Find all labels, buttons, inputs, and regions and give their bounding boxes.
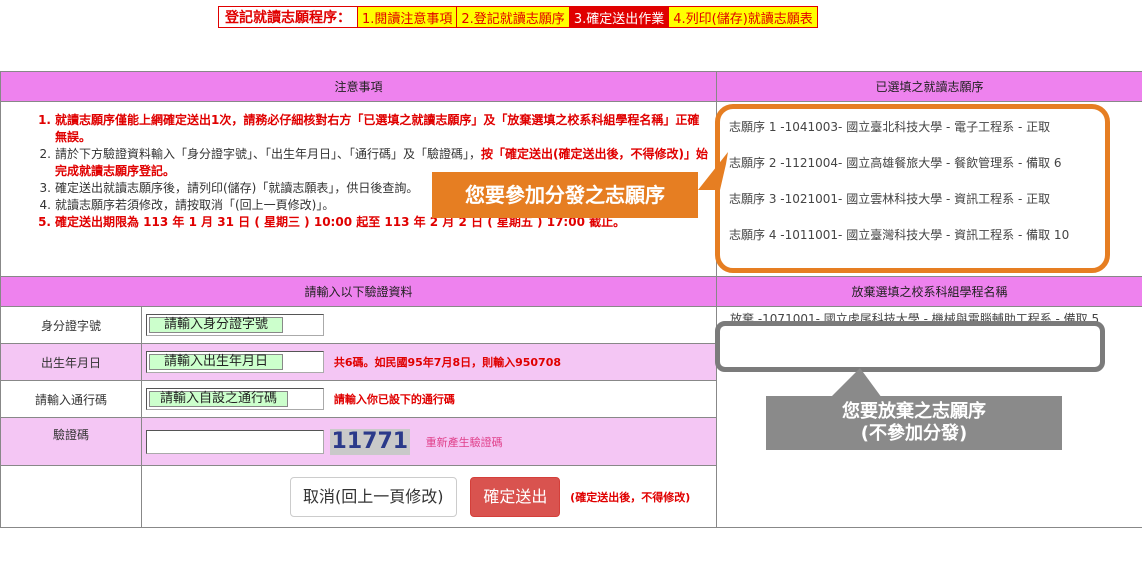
abandon-callout-line1: 您要放棄之志願序 (842, 401, 986, 422)
participate-callout: 您要參加分發之志願序 (432, 172, 698, 218)
submit-hint: (確定送出後，不得修改) (570, 490, 691, 504)
steps-title: 登記就讀志願程序： (219, 7, 357, 27)
captcha-image: 11771 (329, 428, 410, 455)
step-2: 2.登記就讀志願序 (456, 7, 569, 27)
passcode-input[interactable]: 請輸入自設之通行碼 (146, 388, 324, 410)
note-item: 1. 就讀志願序僅能上網確定送出1次，請務必仔細核對右方「已選填之就讀志願序」及「… (38, 113, 700, 144)
selected-item-3: 志願序 3 -1021001- 國立雲林科技大學 - 資訊工程系 - 正取 (729, 192, 1051, 206)
abandon-item-1: 放棄 -1071001- 國立虎尾科技大學 - 機械與電腦輔助工程系 - 備取 … (730, 312, 1100, 326)
cancel-button[interactable]: 取消(回上一頁修改) (290, 476, 457, 517)
abandon-header: 放棄選填之校系科組學程名稱 (716, 276, 1142, 307)
buttons-label-cell (0, 465, 142, 528)
abandon-callout: 您要放棄之志願序 (不參加分發) (766, 396, 1062, 450)
verify-header: 請輸入以下驗證資料 (0, 276, 718, 307)
procedure-steps: 登記就讀志願程序： 1.閱讀注意事項 2.登記就讀志願序 3.確定送出作業 4.… (218, 6, 818, 28)
confirm-submit-button[interactable]: 確定送出 (470, 476, 561, 517)
step-4: 4.列印(儲存)就讀志願表 (668, 7, 817, 27)
birthdate-input[interactable]: 請輸入出生年月日 (146, 351, 324, 373)
notes-header: 注意事項 (0, 71, 718, 102)
passcode-hint: 請輸入你已設下的通行碼 (333, 393, 455, 406)
birthdate-hint: 共6碼。如民國95年7月8日，則輸入950708 (333, 356, 562, 369)
selected-header: 已選填之就讀志願序 (716, 71, 1142, 102)
captcha-label: 驗證碼 (0, 417, 142, 466)
regenerate-captcha-link[interactable]: 重新產生驗證碼 (426, 436, 503, 449)
selected-list: 志願序 1 -1041003- 國立臺北科技大學 - 電子工程系 - 正取 志願… (716, 101, 1142, 277)
gray-callout-pointer (830, 368, 882, 398)
step-1: 1.閱讀注意事項 (357, 7, 457, 27)
id-number-input[interactable]: 請輸入身分證字號 (146, 314, 324, 336)
captcha-input[interactable] (146, 429, 324, 454)
confirm-table: 注意事項 已選填之就讀志願序 1. 就讀志願序僅能上網確定送出1次，請務必仔細核對… (0, 71, 1142, 528)
birth-label: 出生年月日 (0, 343, 142, 381)
passcode-label: 請輸入通行碼 (0, 380, 142, 418)
step-3-current: 3.確定送出作業 (568, 7, 669, 27)
selected-item-2: 志願序 2 -1121004- 國立高雄餐旅大學 - 餐飲管理系 - 備取 6 (729, 156, 1062, 170)
selected-item-1: 志願序 1 -1041003- 國立臺北科技大學 - 電子工程系 - 正取 (729, 120, 1051, 134)
abandon-callout-line2: (不參加分發) (860, 423, 968, 444)
selected-item-4: 志願序 4 -1011001- 國立臺灣科技大學 - 資訊工程系 - 備取 10 (729, 228, 1070, 242)
id-label: 身分證字號 (0, 306, 142, 344)
